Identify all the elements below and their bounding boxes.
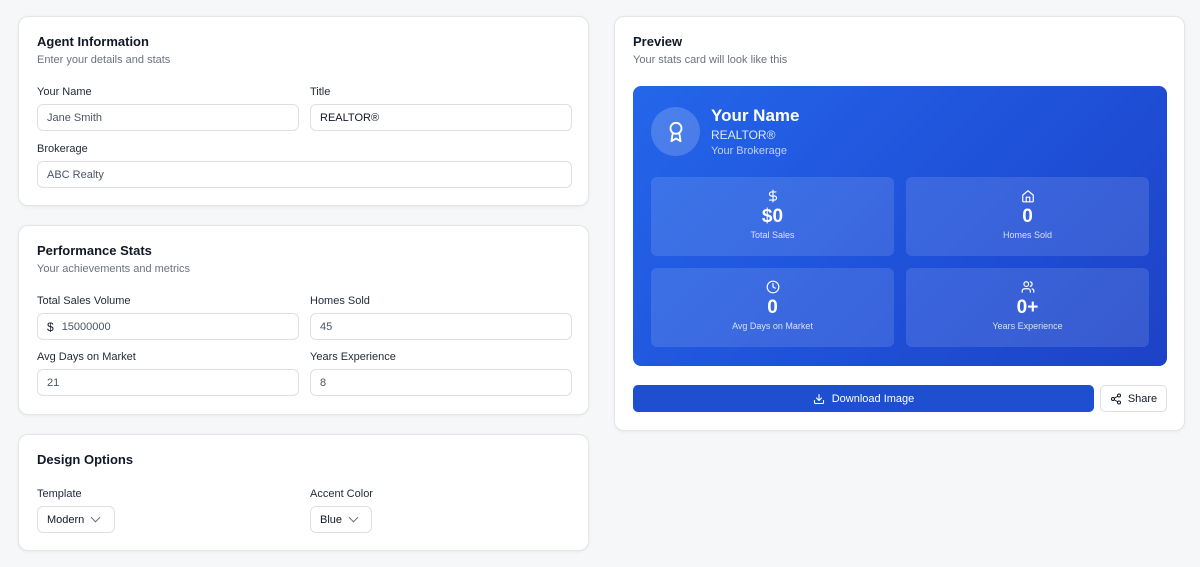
stat-label: Homes Sold (1002, 230, 1053, 240)
preview-agent-brokerage: Your Brokerage (711, 145, 788, 157)
days-input[interactable]: 21 (37, 369, 299, 396)
years-input-placeholder: 8 (320, 376, 327, 389)
users-icon (1021, 279, 1035, 295)
homes-input[interactable]: 45 (310, 313, 572, 340)
stat-label: Total Sales (750, 230, 795, 240)
brokerage-input[interactable]: ABC Realty (37, 161, 572, 188)
stat-value: $0 (761, 206, 784, 227)
stat-value: 0 (1022, 206, 1033, 227)
clock-icon (766, 279, 780, 295)
stat-label: Avg Days on Market (732, 321, 813, 331)
download-image-button[interactable]: Download Image (633, 385, 1094, 412)
stats-card-preview: Your Name REALTOR® Your Brokerage $0 Tot… (633, 86, 1167, 366)
design-title: Design Options (37, 452, 134, 467)
days-input-placeholder: 21 (47, 376, 60, 389)
share-label: Share (1127, 392, 1158, 405)
stat-tile-total-sales: $0 Total Sales (651, 177, 894, 256)
years-input[interactable]: 8 (310, 369, 572, 396)
preview-title: Preview (633, 34, 683, 49)
sales-input[interactable]: $ 15000000 (37, 313, 299, 340)
homes-label: Homes Sold (310, 295, 370, 307)
share-button[interactable]: Share (1100, 385, 1167, 412)
preview-card: Preview Your stats card will look like t… (614, 16, 1185, 431)
dollar-prefix-icon: $ (47, 319, 54, 334)
sales-input-placeholder: 15000000 (61, 320, 111, 333)
template-select-value: Modern (47, 513, 85, 526)
accent-label: Accent Color (310, 488, 373, 500)
agent-info-title: Agent Information (37, 34, 149, 49)
agent-info-subtitle: Enter your details and stats (37, 54, 171, 66)
performance-subtitle: Your achievements and metrics (37, 263, 191, 275)
preview-subtitle: Your stats card will look like this (633, 54, 788, 66)
download-icon (813, 393, 825, 405)
brokerage-label: Brokerage (37, 143, 88, 155)
download-label: Download Image (831, 392, 915, 405)
name-label: Your Name (37, 86, 92, 98)
sales-label: Total Sales Volume (37, 295, 131, 307)
accent-select-value: Blue (320, 513, 343, 526)
performance-title: Performance Stats (37, 243, 152, 258)
title-input[interactable]: REALTOR® (310, 104, 572, 131)
title-input-value: REALTOR® (320, 111, 380, 124)
stat-tile-homes-sold: 0 Homes Sold (906, 177, 1149, 256)
award-icon (651, 107, 700, 156)
days-label: Avg Days on Market (37, 351, 136, 363)
share-icon (1110, 393, 1122, 405)
stat-tile-years-experience: 0+ Years Experience (906, 268, 1149, 347)
years-label: Years Experience (310, 351, 396, 363)
performance-card: Performance Stats Your achievements and … (18, 225, 589, 415)
template-select[interactable]: Modern (37, 506, 115, 533)
name-input-placeholder: Jane Smith (47, 111, 103, 124)
preview-agent-name: Your Name (711, 106, 800, 125)
preview-agent-title: REALTOR® (711, 128, 776, 142)
accent-select[interactable]: Blue (310, 506, 372, 533)
chevron-down-icon (90, 512, 101, 523)
chevron-down-icon (348, 512, 359, 523)
dollar-icon (766, 188, 780, 204)
homes-input-placeholder: 45 (320, 320, 333, 333)
stat-label: Years Experience (992, 321, 1063, 331)
agent-info-card: Agent Information Enter your details and… (18, 16, 589, 206)
design-card: Design Options Template Modern Accent Co… (18, 434, 589, 551)
title-label: Title (310, 86, 331, 98)
stat-value: 0 (767, 297, 778, 318)
template-label: Template (37, 488, 82, 500)
stat-value: 0+ (1016, 297, 1039, 318)
brokerage-input-placeholder: ABC Realty (47, 168, 104, 181)
home-icon (1021, 188, 1035, 204)
stat-tile-avg-days: 0 Avg Days on Market (651, 268, 894, 347)
name-input[interactable]: Jane Smith (37, 104, 299, 131)
